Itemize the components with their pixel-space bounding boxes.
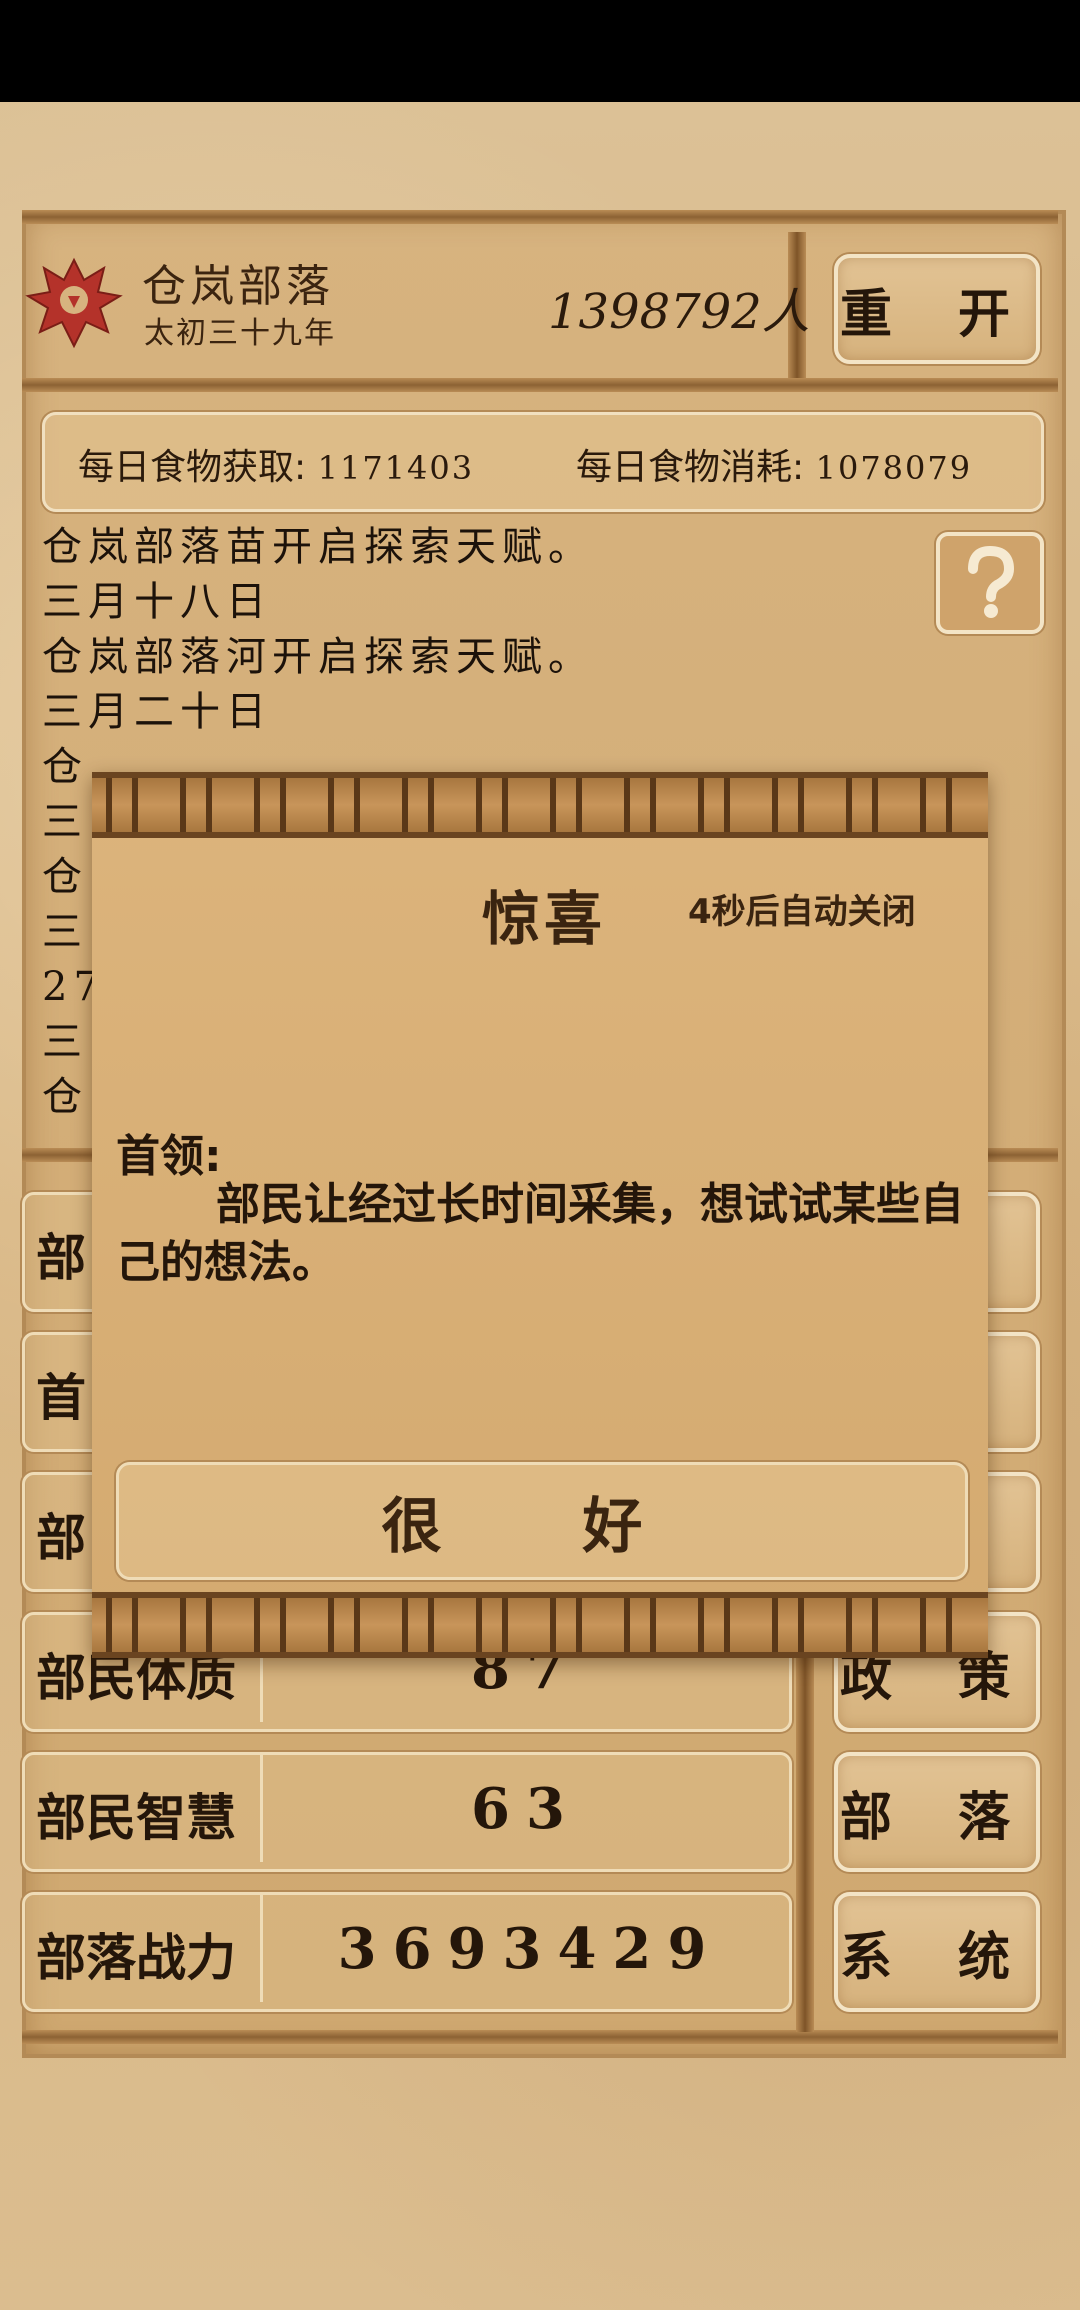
food-consume-label: 每日食物消耗:	[576, 447, 805, 488]
food-gain-value: 1171403	[317, 449, 475, 487]
stat-power-value: 3693429	[337, 1916, 723, 1982]
side-button-label: 部 落	[839, 1786, 1035, 1848]
stat-label: 首	[36, 1369, 86, 1427]
stat-wisdom-label: 部民智慧	[36, 1789, 236, 1847]
stat-label: 部	[36, 1229, 86, 1287]
status-bar	[0, 0, 1080, 102]
frame-top	[22, 210, 1058, 224]
food-consume: 每日食物消耗: 1078079	[576, 438, 972, 490]
log-line: 仓岚部落苗开启探索天赋。	[42, 524, 594, 570]
question-icon	[968, 545, 1015, 618]
stat-power-label: 部落战力	[36, 1929, 236, 1987]
dialog-top-border	[92, 772, 988, 838]
side-button-label: 系 统	[839, 1926, 1035, 1988]
tribe-button[interactable]: 部 落	[834, 1752, 1040, 1872]
stat-divider	[260, 1754, 263, 1862]
dialog-speaker: 首领:	[116, 1131, 222, 1182]
stat-divider	[260, 1894, 263, 2002]
dialog-ok-button[interactable]: 很 好	[116, 1462, 968, 1580]
dialog-message: 部民让经过长时间采集，想试试某些自己的想法。	[116, 1179, 964, 1288]
dialog-bottom-border	[92, 1592, 988, 1658]
food-consume-value: 1078079	[815, 449, 973, 487]
tribe-name: 仓岚部落	[142, 261, 334, 312]
log-line: 三月二十日	[42, 689, 272, 735]
log-line: 仓岚部落河开启探索天赋。	[42, 634, 594, 680]
frame-bottom	[22, 2030, 1058, 2044]
help-button[interactable]	[936, 532, 1044, 634]
dialog-title: 惊喜	[482, 885, 607, 953]
dialog-auto-close-timer: 4秒后自动关闭	[688, 892, 916, 932]
restart-button[interactable]: 重 开	[834, 254, 1040, 364]
dialog-ok-label: 很 好	[381, 1491, 703, 1562]
stat-wisdom-value: 63	[471, 1776, 581, 1842]
system-button[interactable]: 系 统	[834, 1892, 1040, 2012]
food-gain-label: 每日食物获取:	[78, 447, 307, 488]
era-date: 太初三十九年	[144, 316, 336, 351]
food-gain: 每日食物获取: 1171403	[78, 438, 474, 490]
surprise-dialog: 惊喜 4秒后自动关闭 首领: 部民让经过长时间采集，想试试某些自己的想法。 很 …	[92, 772, 988, 1658]
tribe-emblem-icon	[24, 252, 124, 352]
population-count: 1398792人	[548, 284, 810, 340]
restart-label: 重 开	[839, 283, 1035, 345]
frame-header-divider	[22, 378, 1058, 392]
stat-label: 部	[36, 1509, 86, 1567]
log-line: 三月十八日	[42, 579, 272, 625]
